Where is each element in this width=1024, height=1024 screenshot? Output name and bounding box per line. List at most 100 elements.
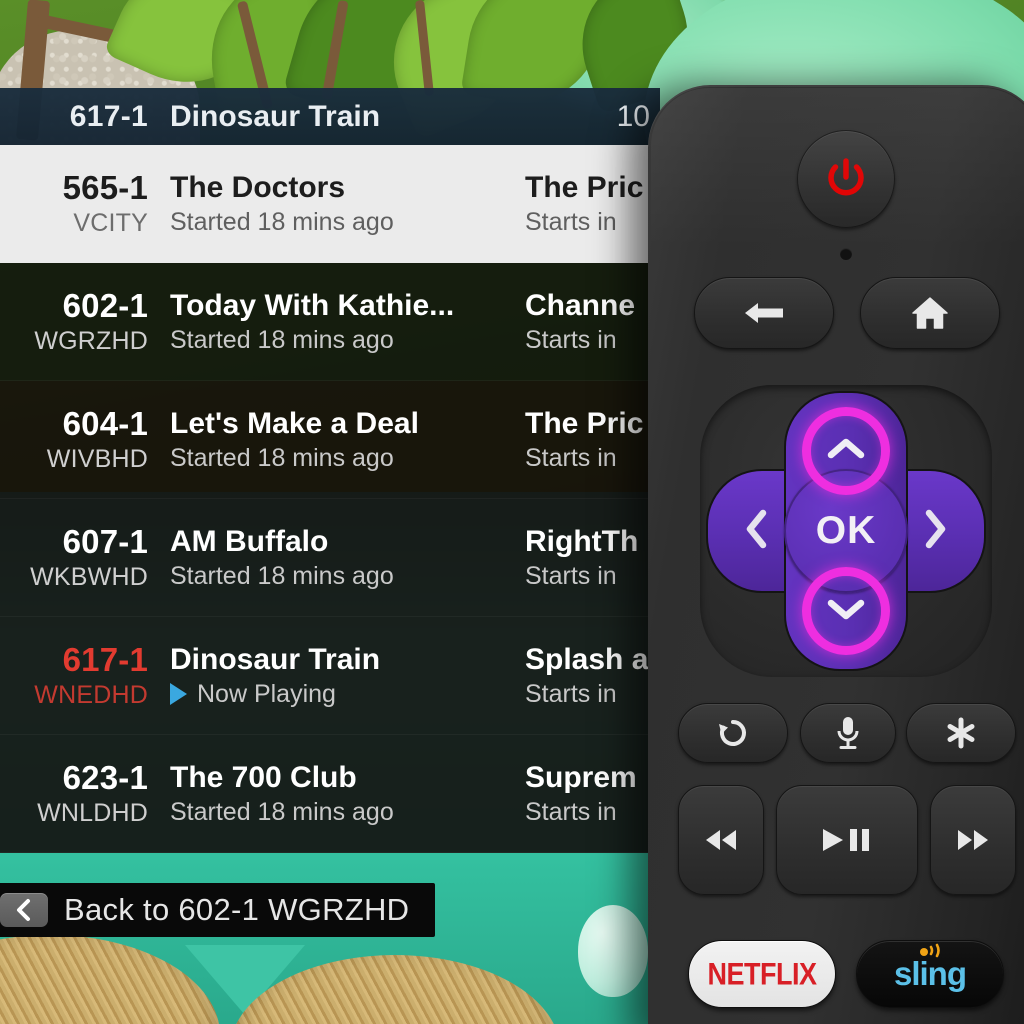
program-status: Starts in: [525, 443, 617, 472]
channel-cell: 602-1 WGRZHD: [0, 287, 170, 356]
asterisk-icon: [943, 715, 979, 751]
back-arrow-icon: [741, 298, 787, 328]
rewind-icon: [701, 828, 741, 852]
sling-wifi-icon: [917, 943, 947, 959]
program-title: AM Buffalo: [170, 524, 329, 558]
next-program-cell[interactable]: The Pric Starts in: [525, 171, 660, 237]
program-title: Dinosaur Train: [170, 642, 381, 676]
next-program-cell[interactable]: Channe Starts in: [525, 289, 660, 355]
play-pause-icon: [819, 826, 875, 854]
power-button[interactable]: [797, 130, 895, 228]
netflix-logo: NETFLIX: [707, 956, 818, 991]
program-title: RightTh: [525, 524, 639, 558]
power-icon: [823, 156, 869, 202]
program-title: Let's Make a Deal: [170, 406, 419, 440]
now-program-cell[interactable]: Today With Kathie... Started 18 mins ago: [170, 289, 525, 355]
next-program-cell[interactable]: Splash a Starts in: [525, 643, 660, 709]
play-icon: [170, 683, 187, 705]
dpad: OK: [706, 391, 986, 671]
channel-callsign: WNLDHD: [37, 799, 148, 827]
play-pause-button[interactable]: [776, 785, 918, 895]
program-title: Suprem: [525, 760, 637, 794]
program-title: Channe: [525, 288, 636, 322]
guide-row[interactable]: 602-1 WGRZHD Today With Kathie... Starte…: [0, 263, 660, 381]
guide-row[interactable]: 604-1 WIVBHD Let's Make a Deal Started 1…: [0, 381, 660, 499]
channel-number: 604-1: [62, 405, 148, 442]
program-status: Starts in: [525, 325, 617, 354]
roku-remote: OK NETFLIX sling: [648, 85, 1024, 1024]
program-status: Started 18 mins ago: [170, 797, 394, 826]
channel-cell: 623-1 WNLDHD: [0, 759, 170, 828]
up-highlight-ring: [802, 407, 890, 495]
next-program-cell[interactable]: RightTh Starts in: [525, 525, 660, 591]
guide-header-bar: 617-1 Dinosaur Train 10: [0, 88, 660, 145]
sling-logo: sling: [894, 943, 967, 993]
guide-header-channel: 617-1: [69, 99, 148, 133]
guide-header-title: Dinosaur Train: [170, 99, 381, 133]
back-button[interactable]: [694, 277, 834, 349]
fast-forward-icon: [953, 828, 993, 852]
chevron-left-icon: [743, 508, 771, 555]
home-button[interactable]: [860, 277, 1000, 349]
instant-replay-button[interactable]: [678, 703, 788, 763]
guide-row[interactable]: 623-1 WNLDHD The 700 Club Started 18 min…: [0, 735, 660, 853]
screenshot-root: 617-1 Dinosaur Train 10 565-1 VCITY The …: [0, 0, 1024, 1024]
channel-callsign: WKBWHD: [30, 563, 148, 591]
sling-shortcut-button[interactable]: sling: [856, 940, 1004, 1008]
program-title: The Doctors: [170, 170, 346, 204]
now-program-cell[interactable]: Let's Make a Deal Started 18 mins ago: [170, 407, 525, 473]
program-status: Started 18 mins ago: [170, 325, 394, 354]
channel-number: 565-1: [62, 169, 148, 206]
program-title: The 700 Club: [170, 760, 357, 794]
rewind-button[interactable]: [678, 785, 764, 895]
channel-cell: 617-1 WNEDHD: [0, 641, 170, 710]
program-status: Now Playing: [170, 680, 525, 709]
channel-cell: 565-1 VCITY: [0, 169, 170, 238]
channel-number: 623-1: [62, 759, 148, 796]
now-program-cell[interactable]: Dinosaur Train Now Playing: [170, 643, 525, 709]
dpad-left-button[interactable]: [720, 487, 794, 575]
options-button[interactable]: [906, 703, 1016, 763]
dpad-up-button[interactable]: [802, 407, 890, 495]
guide-row[interactable]: 607-1 WKBWHD AM Buffalo Started 18 mins …: [0, 499, 660, 617]
program-title: Splash a: [525, 642, 649, 676]
next-program-cell[interactable]: The Pric Starts in: [525, 407, 660, 473]
voice-search-button[interactable]: [800, 703, 896, 763]
program-status: Started 18 mins ago: [170, 207, 394, 236]
netflix-shortcut-button[interactable]: NETFLIX: [688, 940, 836, 1008]
program-status: Starts in: [525, 207, 617, 236]
now-program-cell[interactable]: AM Buffalo Started 18 mins ago: [170, 525, 525, 591]
dpad-right-button[interactable]: [898, 487, 972, 575]
instant-replay-icon: [715, 715, 751, 751]
channel-number: 617-1: [62, 641, 148, 678]
program-status: Started 18 mins ago: [170, 443, 394, 472]
channel-number: 607-1: [62, 523, 148, 560]
now-program-cell[interactable]: The 700 Club Started 18 mins ago: [170, 761, 525, 827]
channel-callsign: WGRZHD: [34, 327, 148, 355]
home-icon: [911, 295, 949, 331]
channel-guide-overlay: 617-1 Dinosaur Train 10 565-1 VCITY The …: [0, 88, 660, 937]
channel-callsign: WIVBHD: [46, 445, 148, 473]
ir-indicator: [840, 248, 852, 260]
now-program-cell[interactable]: The Doctors Started 18 mins ago: [170, 171, 525, 237]
guide-row-now-playing[interactable]: 617-1 WNEDHD Dinosaur Train Now Playing …: [0, 617, 660, 735]
microphone-icon: [835, 714, 861, 752]
chevron-right-icon: [921, 508, 949, 555]
program-status: Starts in: [525, 797, 617, 826]
program-status: Starts in: [525, 561, 617, 590]
dpad-down-button[interactable]: [802, 567, 890, 655]
channel-callsign: WNEDHD: [34, 681, 148, 709]
back-to-channel-banner[interactable]: Back to 602-1 WGRZHD: [0, 883, 436, 937]
channel-callsign: VCITY: [73, 209, 148, 237]
channel-cell: 604-1 WIVBHD: [0, 405, 170, 474]
down-highlight-ring: [802, 567, 890, 655]
program-title: The Pric: [525, 170, 644, 204]
guide-row[interactable]: 565-1 VCITY The Doctors Started 18 mins …: [0, 145, 660, 263]
next-program-cell[interactable]: Suprem Starts in: [525, 761, 660, 827]
fast-forward-button[interactable]: [930, 785, 1016, 895]
program-title: Today With Kathie...: [170, 288, 455, 322]
back-label: Back to 602-1 WGRZHD: [64, 892, 410, 927]
channel-number: 602-1: [62, 287, 148, 324]
program-status: Started 18 mins ago: [170, 561, 394, 590]
channel-cell: 607-1 WKBWHD: [0, 523, 170, 592]
